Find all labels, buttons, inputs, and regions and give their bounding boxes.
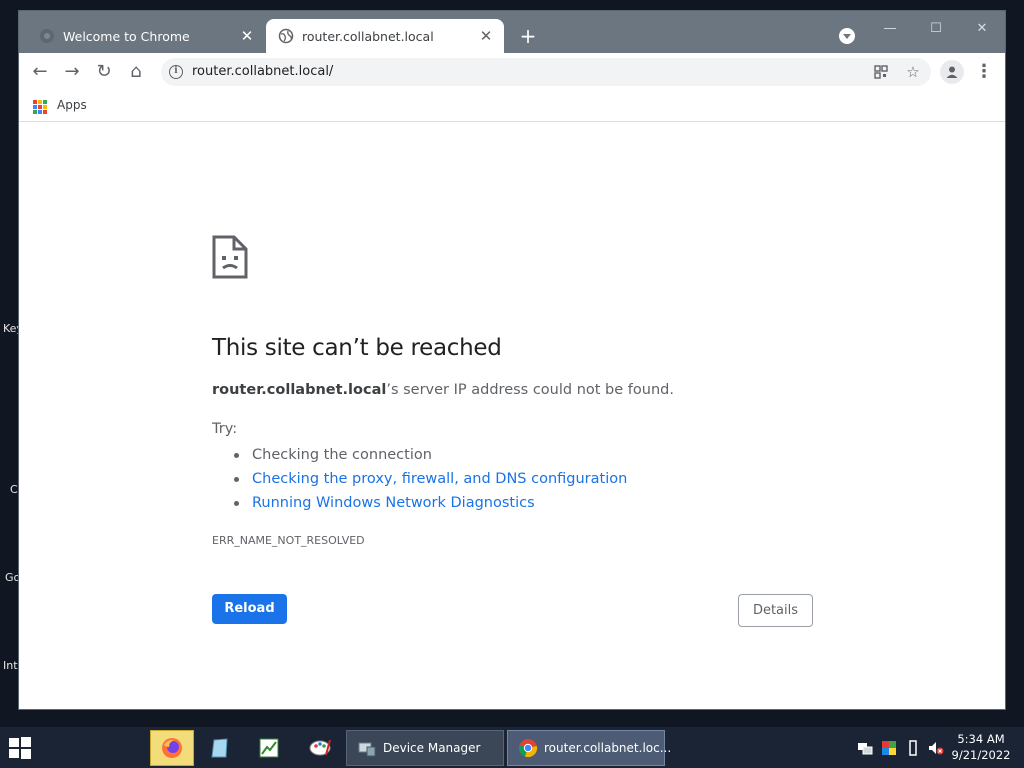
sad-document-icon (212, 235, 248, 283)
qr-code-icon[interactable] (871, 62, 891, 82)
browser-toolbar: ← → ↻ ⌂ i router.collabnet.local/ ☆ ⋮ (19, 53, 1005, 91)
error-title: This site can’t be reached (212, 335, 502, 361)
minimize-button[interactable]: — (867, 17, 913, 45)
error-page: This site can’t be reached router.collab… (19, 123, 1005, 709)
windows-start-icon[interactable] (8, 735, 38, 761)
suggestion-list: Checking the connection Checking the pro… (233, 443, 627, 515)
chrome-favicon-icon (39, 28, 55, 44)
error-code: ERR_NAME_NOT_RESOLVED (212, 534, 365, 547)
back-button[interactable]: ← (28, 60, 52, 84)
firefox-taskbar-icon[interactable] (150, 730, 194, 766)
tab-close-icon[interactable]: ✕ (476, 27, 496, 45)
suggestion-check-proxy-link[interactable]: Checking the proxy, firewall, and DNS co… (233, 467, 627, 491)
taskbar-app-label: Device Manager (383, 741, 481, 755)
color-display-icon[interactable] (881, 740, 897, 756)
address-bar[interactable]: i router.collabnet.local/ ☆ (161, 58, 931, 86)
notebook-taskbar-icon[interactable] (198, 730, 242, 766)
forward-button[interactable]: → (60, 60, 84, 84)
site-info-icon[interactable]: i (169, 65, 183, 79)
tab-strip: Welcome to Chrome ✕ router.collabnet.loc… (19, 11, 1005, 53)
chrome-taskbar-button[interactable]: router.collabnet.loc... (507, 730, 671, 766)
chart-app-taskbar-icon[interactable] (247, 730, 291, 766)
apps-shortcut[interactable]: Apps (57, 98, 87, 112)
taskbar-clock[interactable]: 5:34 AM 9/21/2022 (944, 731, 1018, 763)
device-manager-icon (357, 738, 377, 758)
error-host: router.collabnet.local (212, 382, 387, 398)
bookmarks-bar: Apps (19, 91, 1005, 122)
paint-taskbar-icon[interactable] (298, 730, 342, 766)
new-tab-button[interactable]: + (517, 25, 539, 47)
device-manager-taskbar-button[interactable]: Device Manager (346, 730, 504, 766)
suggestion-check-connection: Checking the connection (233, 443, 627, 467)
error-description-text: ’s server IP address could not be found. (386, 382, 674, 398)
reload-button[interactable]: ↻ (92, 60, 116, 84)
tab-title: Welcome to Chrome (63, 28, 190, 44)
url-text[interactable]: router.collabnet.local/ (192, 64, 333, 79)
tab-welcome[interactable]: Welcome to Chrome ✕ (27, 19, 265, 53)
chrome-menu-button[interactable]: ⋮ (974, 60, 994, 84)
clock-time: 5:34 AM (957, 732, 1005, 746)
tab-router[interactable]: router.collabnet.local ✕ (266, 19, 504, 53)
desktop-icon-label[interactable]: Int (3, 659, 18, 672)
browser-window: Welcome to Chrome ✕ router.collabnet.loc… (18, 10, 1006, 710)
profile-avatar-button[interactable] (940, 60, 964, 84)
clock-date: 9/21/2022 (951, 748, 1011, 762)
taskbar: Device Manager router.collabnet.loc... 5… (0, 727, 1024, 768)
taskbar-app-label: router.collabnet.loc... (544, 741, 672, 755)
home-button[interactable]: ⌂ (124, 60, 148, 84)
tab-search-icon[interactable] (839, 28, 855, 44)
desktop-icon-label[interactable]: C (10, 483, 18, 496)
apps-grid-icon[interactable] (33, 100, 47, 114)
tab-close-icon[interactable]: ✕ (237, 27, 257, 45)
reload-page-button[interactable]: Reload (212, 594, 287, 624)
details-button[interactable]: Details (738, 594, 813, 627)
network-icon[interactable] (857, 740, 873, 756)
error-description: router.collabnet.local’s server IP addre… (212, 382, 674, 398)
tab-title: router.collabnet.local (302, 28, 434, 44)
close-window-button[interactable]: ✕ (959, 17, 1005, 45)
volume-muted-icon[interactable] (928, 740, 944, 756)
try-label: Try: (212, 421, 238, 437)
bookmark-star-icon[interactable]: ☆ (903, 62, 923, 82)
usb-device-icon[interactable] (905, 740, 921, 756)
chrome-icon (518, 738, 538, 758)
suggestion-network-diagnostics-link[interactable]: Running Windows Network Diagnostics (233, 491, 627, 515)
maximize-button[interactable]: ☐ (913, 17, 959, 45)
globe-icon (278, 28, 294, 44)
